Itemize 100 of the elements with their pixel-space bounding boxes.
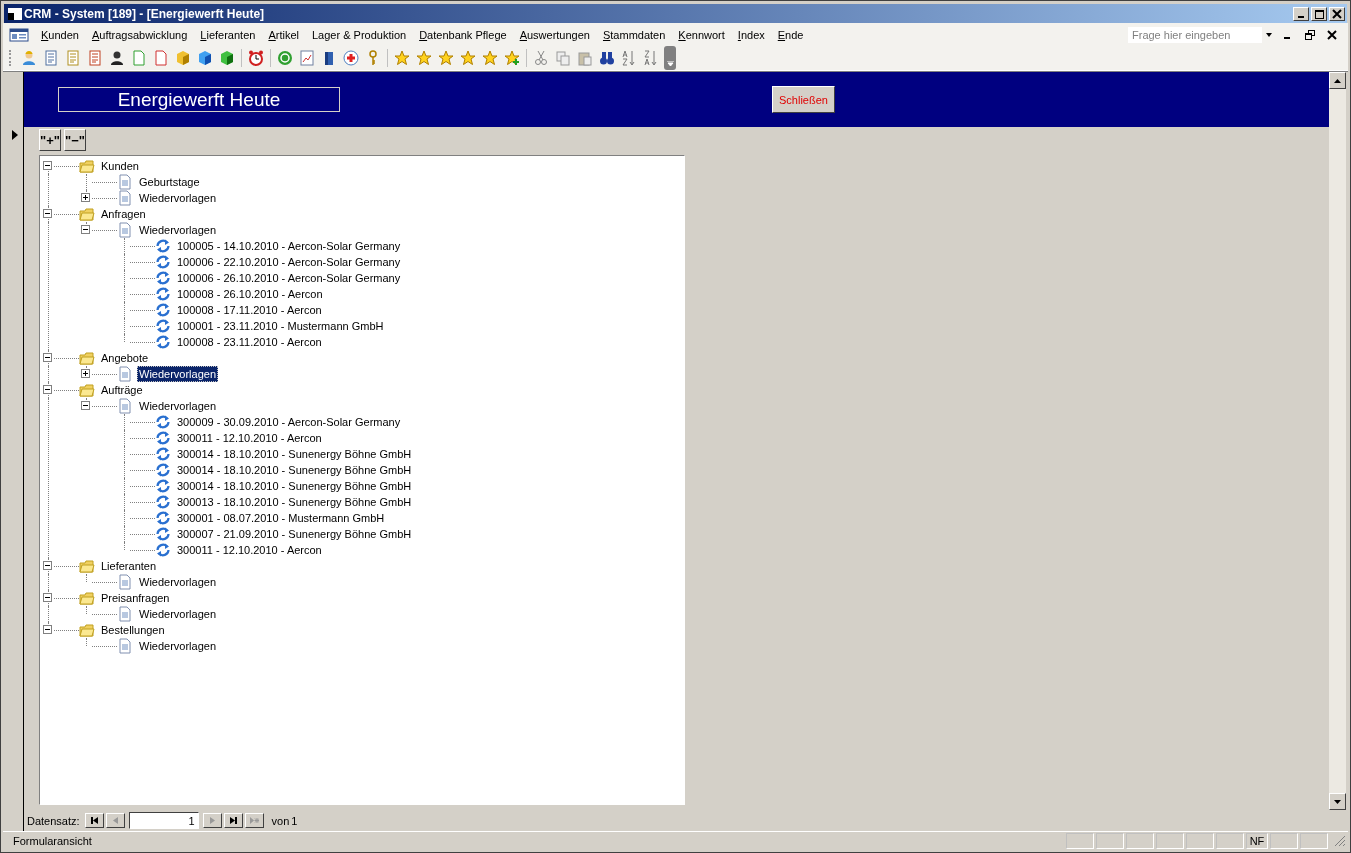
new-record-button[interactable] bbox=[244, 813, 264, 828]
menu-item[interactable]: Auftragsabwicklung bbox=[85, 28, 194, 41]
tree-item[interactable]: Angebote bbox=[99, 350, 151, 366]
record-number-field[interactable]: 1 bbox=[128, 812, 199, 829]
expand-toggle[interactable] bbox=[81, 369, 90, 378]
tree-item[interactable]: Wiedervorlagen bbox=[137, 606, 219, 622]
close-button[interactable] bbox=[1329, 6, 1345, 21]
medical-cross-icon[interactable] bbox=[343, 50, 359, 66]
last-record-button[interactable] bbox=[223, 813, 243, 828]
star-icon[interactable] bbox=[416, 50, 432, 66]
tree-item[interactable]: 300011 - 12.10.2010 - Aercon bbox=[175, 542, 324, 558]
tree-item[interactable]: Kunden bbox=[99, 158, 141, 174]
person-icon[interactable] bbox=[109, 50, 125, 66]
collapse-toggle[interactable] bbox=[43, 209, 52, 218]
tree-item[interactable]: 100001 - 23.11.2010 - Mustermann GmbH bbox=[175, 318, 386, 334]
maximize-button[interactable] bbox=[1311, 6, 1327, 21]
menu-item[interactable]: Artikel bbox=[262, 28, 305, 41]
tree-item[interactable]: Preisanfragen bbox=[99, 590, 172, 606]
first-record-button[interactable] bbox=[84, 813, 104, 828]
scissors-icon[interactable] bbox=[533, 50, 549, 66]
page-icon[interactable] bbox=[153, 50, 169, 66]
collapse-toggle[interactable] bbox=[43, 161, 52, 170]
document-icon bbox=[117, 398, 133, 414]
minus-icon bbox=[44, 562, 51, 569]
menu-item[interactable]: Kunden bbox=[35, 28, 85, 41]
sort-ascending-icon[interactable] bbox=[621, 50, 637, 66]
tree-item[interactable]: Wiedervorlagen bbox=[137, 398, 219, 414]
tree-item[interactable]: Wiedervorlagen bbox=[137, 222, 219, 238]
tree-item[interactable]: 100006 - 22.10.2010 - Aercon-Solar Germany bbox=[175, 254, 403, 270]
tree-item[interactable]: Wiedervorlagen bbox=[137, 190, 219, 206]
tree-item[interactable]: Bestellungen bbox=[99, 622, 167, 638]
menu-item[interactable]: Auswertungen bbox=[513, 28, 596, 41]
collapse-toggle[interactable] bbox=[43, 353, 52, 362]
tree-item[interactable]: 100005 - 14.10.2010 - Aercon-Solar Germany bbox=[175, 238, 403, 254]
chart-icon[interactable] bbox=[299, 50, 315, 66]
sort-descending-icon[interactable] bbox=[643, 50, 659, 66]
tree-item[interactable]: 100008 - 23.11.2010 - Aercon bbox=[175, 334, 324, 350]
tree-item[interactable]: Anfragen bbox=[99, 206, 148, 222]
tree-item[interactable]: Wiedervorlagen bbox=[137, 366, 219, 382]
scroll-up-button[interactable] bbox=[1329, 72, 1346, 89]
cube-icon[interactable] bbox=[219, 50, 235, 66]
tree-item[interactable]: Geburtstage bbox=[137, 174, 202, 190]
tree-item[interactable]: Aufträge bbox=[99, 382, 145, 398]
menu-item[interactable]: Stammdaten bbox=[596, 28, 672, 41]
star-icon[interactable] bbox=[394, 50, 410, 66]
tree-item[interactable]: 300009 - 30.09.2010 - Aercon-Solar Germany bbox=[175, 414, 403, 430]
collapse-toggle[interactable] bbox=[81, 225, 90, 234]
toolbar-options-button[interactable] bbox=[664, 46, 676, 70]
collapse-toggle[interactable] bbox=[43, 385, 52, 394]
close-icon[interactable] bbox=[1326, 28, 1338, 41]
menu-item[interactable]: Lager & Produktion bbox=[306, 28, 413, 41]
folder-icon bbox=[79, 350, 95, 366]
cube-icon[interactable] bbox=[197, 50, 213, 66]
help-search-field[interactable]: Frage hier eingeben bbox=[1128, 26, 1262, 43]
window-title: CRM - System [189] - [Energiewerft Heute] bbox=[24, 6, 266, 21]
tree-item[interactable]: 100008 - 17.11.2010 - Aercon bbox=[175, 302, 324, 318]
star-icon[interactable] bbox=[438, 50, 454, 66]
tree-item[interactable]: 300007 - 21.09.2010 - Sunenergy Böhne GmbH bbox=[175, 526, 414, 542]
star-icon[interactable] bbox=[482, 50, 498, 66]
collapse-toggle[interactable] bbox=[81, 401, 90, 410]
collapse-toggle[interactable] bbox=[43, 625, 52, 634]
tree-item[interactable]: 300014 - 18.10.2010 - Sunenergy Böhne GmbH bbox=[175, 462, 414, 478]
collapse-all-button[interactable]: "−" bbox=[64, 129, 86, 151]
menu-item[interactable]: Ende bbox=[771, 28, 810, 41]
tree-item[interactable]: 100008 - 26.10.2010 - Aercon bbox=[175, 286, 325, 302]
menu-item[interactable]: Kennwort bbox=[672, 28, 731, 41]
tree-item[interactable]: 300013 - 18.10.2010 - Sunenergy Böhne GmbH bbox=[175, 494, 414, 510]
next-record-button[interactable] bbox=[202, 813, 222, 828]
binoculars-icon[interactable] bbox=[599, 50, 615, 66]
expand-toggle[interactable] bbox=[81, 193, 90, 202]
tree-item[interactable]: 300014 - 18.10.2010 - Sunenergy Böhne GmbH bbox=[175, 478, 414, 494]
menu-item[interactable]: Lieferanten bbox=[194, 28, 262, 41]
tree-item[interactable]: 300011 - 12.10.2010 - Aercon bbox=[175, 430, 324, 446]
plus-icon bbox=[82, 370, 89, 377]
expand-all-button[interactable]: "+" bbox=[39, 129, 61, 151]
tree-item[interactable]: Wiedervorlagen bbox=[137, 574, 219, 590]
star-plus-icon[interactable] bbox=[504, 50, 520, 66]
restore-icon[interactable] bbox=[1304, 28, 1316, 41]
collapse-toggle[interactable] bbox=[43, 561, 52, 570]
tree-item[interactable]: Wiedervorlagen bbox=[137, 638, 219, 654]
menu-item[interactable]: Datenbank Pflege bbox=[413, 28, 513, 41]
cube-icon[interactable] bbox=[175, 50, 191, 66]
previous-record-button[interactable] bbox=[105, 813, 125, 828]
dropdown-arrow-icon[interactable] bbox=[1264, 30, 1274, 39]
tree-item[interactable]: 100006 - 26.10.2010 - Aercon-Solar Germany bbox=[175, 270, 403, 286]
resize-grip-icon[interactable] bbox=[1334, 835, 1346, 847]
document-icon bbox=[117, 174, 133, 190]
star-icon[interactable] bbox=[460, 50, 476, 66]
record-selector-icon[interactable] bbox=[11, 130, 19, 140]
tree-item[interactable]: 300014 - 18.10.2010 - Sunenergy Böhne GmbH bbox=[175, 446, 414, 462]
tree-item[interactable]: 300001 - 08.07.2010 - Mustermann GmbH bbox=[175, 510, 387, 526]
status-indicator: NF bbox=[1246, 833, 1268, 849]
minimize-button[interactable] bbox=[1293, 6, 1309, 21]
scroll-down-button[interactable] bbox=[1329, 793, 1346, 810]
alarm-clock-icon[interactable] bbox=[248, 50, 264, 66]
form-icon[interactable] bbox=[9, 27, 29, 42]
tree-item[interactable]: Lieferanten bbox=[99, 558, 159, 574]
collapse-toggle[interactable] bbox=[43, 593, 52, 602]
refresh-icon bbox=[155, 334, 171, 350]
menu-item[interactable]: Index bbox=[731, 28, 771, 41]
